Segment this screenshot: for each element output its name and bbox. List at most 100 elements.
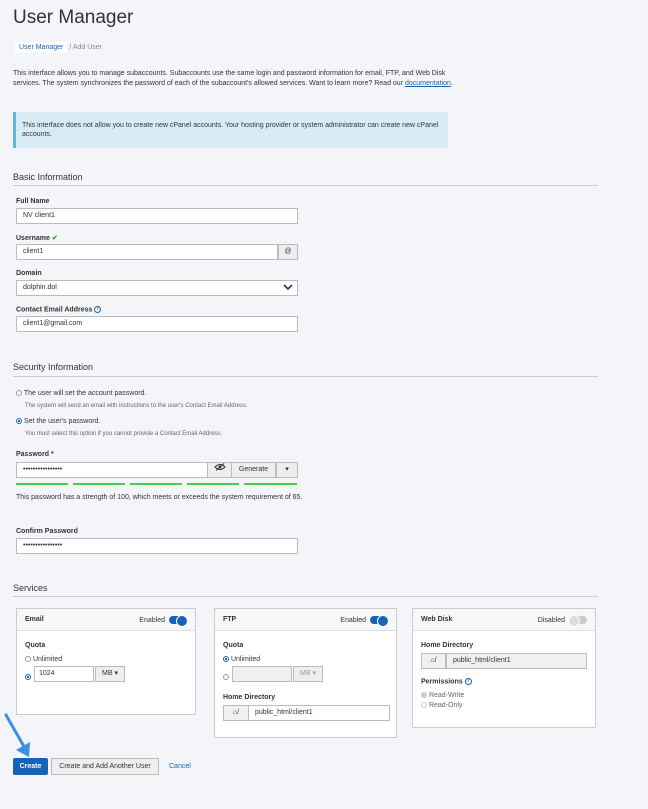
webdisk-status: Disabled bbox=[537, 616, 565, 624]
services-heading: Services bbox=[13, 583, 48, 593]
ftp-home-label: Home Directory bbox=[223, 694, 276, 701]
basic-info-heading: Basic Information bbox=[13, 172, 83, 182]
username-label: Username bbox=[16, 235, 50, 242]
help-icon[interactable]: ? bbox=[94, 306, 102, 313]
webdisk-home-label: Home Directory bbox=[421, 642, 474, 649]
contact-email-label: Contact Email Address bbox=[16, 306, 93, 314]
caret-down-icon: ▾ bbox=[285, 466, 289, 473]
webdisk-rw-radio[interactable] bbox=[421, 692, 427, 699]
radio-user-sets[interactable] bbox=[16, 390, 22, 397]
ftp-unit-value: MB bbox=[300, 670, 311, 677]
ftp-unlimited-radio[interactable] bbox=[223, 656, 229, 663]
ftp-unlimited-option[interactable]: Unlimited bbox=[223, 656, 260, 663]
contact-email-label-wrap: Contact Email Address ? bbox=[16, 306, 102, 314]
email-status: Enabled bbox=[139, 616, 165, 624]
security-info-heading: Security Information bbox=[13, 362, 94, 372]
generate-button[interactable]: Generate bbox=[231, 462, 276, 478]
webdisk-ro-option[interactable]: Read-Only bbox=[421, 702, 462, 709]
user-sets-password-option[interactable]: The user will set the account password. bbox=[16, 390, 146, 397]
caret-down-icon: ▾ bbox=[312, 670, 316, 677]
strength-bar-4 bbox=[187, 483, 239, 485]
intro-end: . bbox=[450, 79, 453, 87]
email-toggle[interactable]: Enabled bbox=[139, 615, 188, 627]
email-quota-input[interactable]: 1024 bbox=[34, 666, 94, 682]
pointer-arrow-icon bbox=[2, 712, 42, 763]
breadcrumb-current: / Add User bbox=[69, 44, 102, 51]
create-and-add-another-button[interactable]: Create and Add Another User bbox=[51, 758, 159, 775]
email-service-card: Email Enabled Quota Unlimited 1024 MB ▾ bbox=[16, 608, 196, 715]
username-label-wrap: Username ✔ bbox=[16, 234, 58, 242]
chevron-down-icon bbox=[283, 280, 293, 300]
ftp-switch[interactable] bbox=[370, 615, 389, 627]
ftp-service-card: FTP Enabled Quota Unlimited MB ▾ Home Di… bbox=[214, 608, 397, 738]
strength-bar-1 bbox=[16, 483, 68, 485]
breadcrumb: User Manager / Add User bbox=[15, 42, 102, 53]
ftp-home-input[interactable]: public_html/client1 bbox=[248, 705, 390, 721]
username-input[interactable]: client1 bbox=[16, 244, 278, 260]
email-title: Email bbox=[25, 616, 44, 623]
strength-text: This password has a strength of 100, whi… bbox=[16, 494, 303, 501]
opt1-help: The system will send an email with instr… bbox=[25, 403, 248, 409]
ftp-title: FTP bbox=[223, 616, 237, 623]
toggle-visibility-button[interactable] bbox=[207, 462, 232, 478]
help-icon[interactable]: ? bbox=[464, 678, 472, 685]
radio-set-password[interactable] bbox=[16, 418, 22, 425]
ftp-quota-input[interactable] bbox=[232, 666, 292, 682]
strength-bar-5 bbox=[244, 483, 297, 485]
webdisk-toggle[interactable]: Disabled bbox=[537, 615, 587, 627]
webdisk-rw-option[interactable]: Read-Write bbox=[421, 692, 464, 699]
opt2-label: Set the user's password. bbox=[23, 418, 101, 425]
ftp-status: Enabled bbox=[340, 616, 366, 624]
contact-email-input[interactable]: client1@gmail.com bbox=[16, 316, 298, 332]
email-unlimited-option[interactable]: Unlimited bbox=[25, 656, 62, 663]
divider bbox=[13, 376, 598, 377]
confirm-password-label: Confirm Password bbox=[16, 528, 78, 535]
password-input[interactable]: •••••••••••••••• bbox=[16, 462, 208, 478]
set-password-option[interactable]: Set the user's password. bbox=[16, 418, 100, 425]
caret-down-icon: ▾ bbox=[114, 670, 118, 677]
webdisk-perm-label-wrap: Permissions ? bbox=[421, 678, 472, 685]
generate-dropdown-button[interactable]: ▾ bbox=[276, 462, 298, 478]
webdisk-rw-label: Read-Write bbox=[428, 692, 465, 699]
email-unit-select[interactable]: MB ▾ bbox=[95, 666, 125, 682]
webdisk-ro-label: Read-Only bbox=[428, 702, 463, 709]
ftp-custom-radio[interactable] bbox=[223, 673, 229, 680]
full-name-label: Full Name bbox=[16, 198, 50, 205]
email-custom-radio[interactable] bbox=[25, 673, 31, 680]
email-unlimited-radio[interactable] bbox=[25, 656, 31, 663]
ftp-card-header: FTP Enabled bbox=[215, 609, 396, 631]
create-button[interactable]: Create bbox=[13, 758, 48, 775]
intro-text: This interface allows you to manage suba… bbox=[13, 69, 453, 88]
cancel-link[interactable]: Cancel bbox=[169, 758, 191, 775]
full-name-input[interactable]: NV client1 bbox=[16, 208, 298, 224]
webdisk-title: Web Disk bbox=[421, 616, 453, 623]
opt2-help: You must select this option if you canno… bbox=[25, 431, 223, 437]
strength-bar-2 bbox=[73, 483, 125, 485]
webdisk-card-header: Web Disk Disabled bbox=[413, 609, 595, 631]
ftp-home-prefix: ⌂/ bbox=[223, 705, 249, 721]
ftp-unit-select[interactable]: MB ▾ bbox=[293, 666, 323, 682]
documentation-link[interactable]: documentation bbox=[405, 80, 451, 87]
webdisk-home-input[interactable]: public_html/client1 bbox=[446, 653, 587, 669]
webdisk-perm-label: Permissions bbox=[421, 678, 463, 686]
domain-value: dolphin.dol bbox=[23, 284, 57, 291]
email-card-header: Email Enabled bbox=[17, 609, 195, 631]
password-label: Password bbox=[16, 451, 50, 458]
webdisk-home-prefix: ⌂/ bbox=[421, 653, 446, 669]
email-quota-label: Quota bbox=[25, 642, 46, 649]
domain-select[interactable]: dolphin.dol bbox=[16, 280, 298, 296]
email-custom-radio-wrap[interactable] bbox=[25, 668, 31, 686]
ftp-custom-radio-wrap[interactable] bbox=[223, 668, 229, 686]
ftp-quota-label: Quota bbox=[223, 642, 244, 649]
webdisk-switch[interactable] bbox=[568, 615, 587, 627]
breadcrumb-parent-link[interactable]: User Manager bbox=[15, 42, 68, 53]
email-unit-value: MB bbox=[102, 670, 113, 677]
intro-body: This interface allows you to manage suba… bbox=[13, 70, 446, 87]
email-switch[interactable] bbox=[169, 615, 188, 627]
webdisk-ro-radio[interactable] bbox=[421, 702, 427, 709]
password-label-wrap: Password * bbox=[16, 451, 54, 458]
confirm-password-input[interactable]: •••••••••••••••• bbox=[16, 538, 298, 554]
eye-slash-icon bbox=[213, 463, 226, 473]
ftp-toggle[interactable]: Enabled bbox=[340, 615, 389, 627]
strength-bar-3 bbox=[130, 483, 182, 485]
